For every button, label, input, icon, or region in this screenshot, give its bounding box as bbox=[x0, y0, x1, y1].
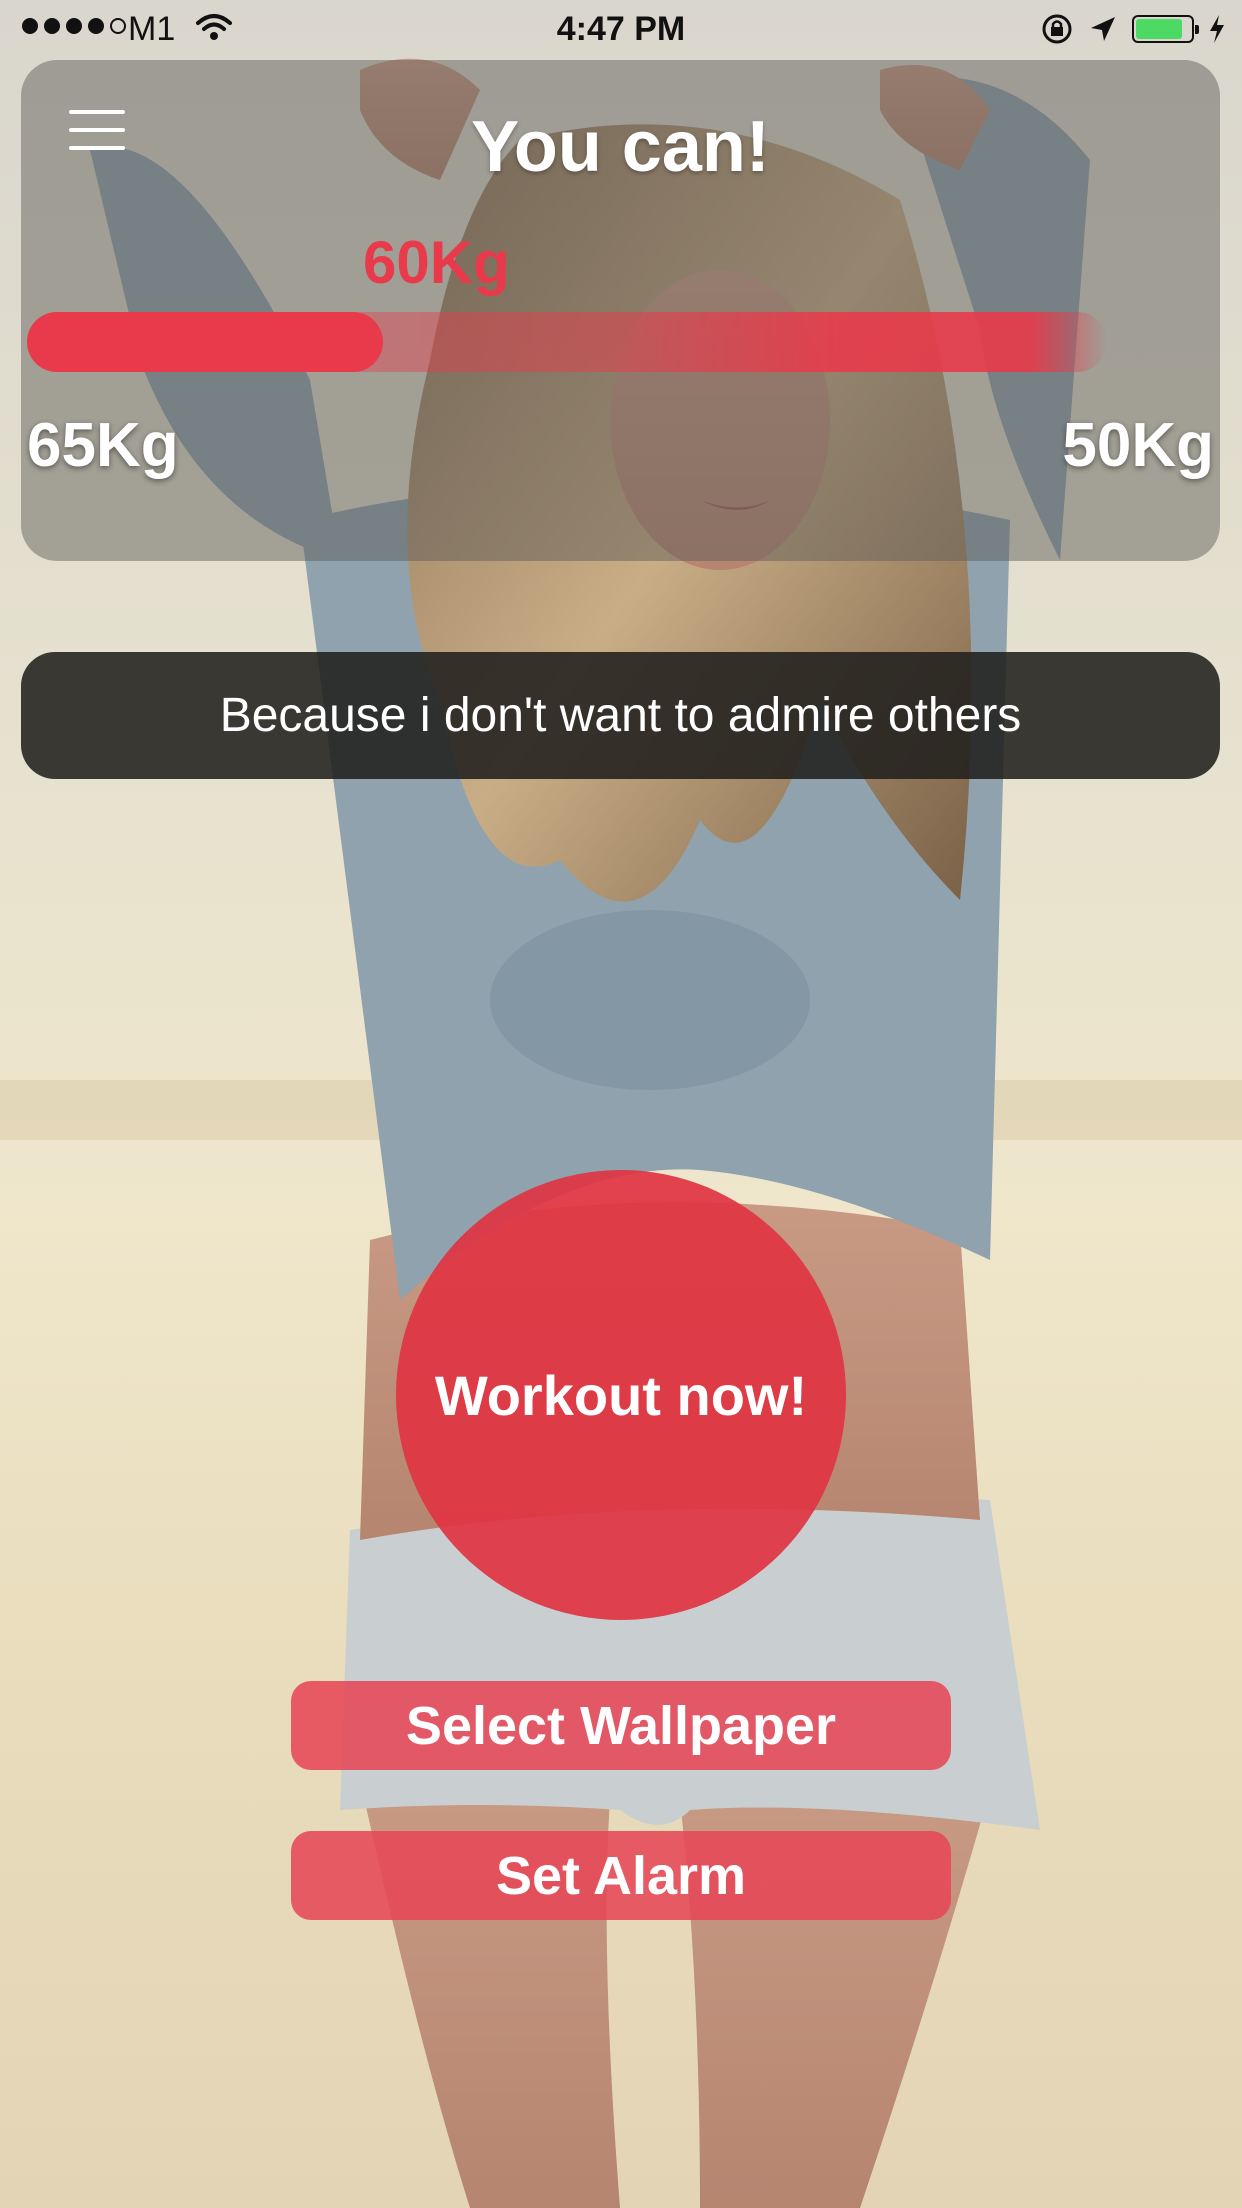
status-bar: M1 4:47 PM bbox=[0, 0, 1242, 60]
status-indicators bbox=[1040, 12, 1226, 46]
start-weight-label: 65Kg bbox=[27, 411, 179, 480]
charging-bolt-icon bbox=[1210, 15, 1224, 43]
workout-now-label: Workout now! bbox=[434, 1363, 808, 1427]
set-alarm-button[interactable]: Set Alarm bbox=[291, 1831, 951, 1920]
battery-icon bbox=[1132, 15, 1199, 43]
weight-progress-card: You can! 60Kg 65Kg 50Kg bbox=[21, 60, 1220, 561]
current-weight-label: 60Kg bbox=[363, 229, 510, 296]
select-wallpaper-button[interactable]: Select Wallpaper bbox=[291, 1681, 951, 1770]
motivation-banner: Because i don't want to admire others bbox=[21, 652, 1220, 779]
select-wallpaper-label: Select Wallpaper bbox=[405, 1695, 837, 1756]
weight-progress-fill bbox=[27, 312, 383, 372]
app-screen: M1 4:47 PM You can! 60Kg 65Kg 50Kg Becau… bbox=[0, 0, 1242, 2208]
set-alarm-label: Set Alarm bbox=[495, 1845, 747, 1906]
page-title: You can! bbox=[471, 107, 770, 187]
location-arrow-icon bbox=[1091, 17, 1115, 41]
goal-weight-label: 50Kg bbox=[1062, 411, 1214, 480]
weight-progress-bar bbox=[27, 312, 1107, 372]
motivation-text: Because i don't want to admire others bbox=[219, 689, 1022, 742]
workout-now-button[interactable]: Workout now! bbox=[396, 1170, 846, 1620]
rotation-lock-icon bbox=[1042, 14, 1072, 44]
